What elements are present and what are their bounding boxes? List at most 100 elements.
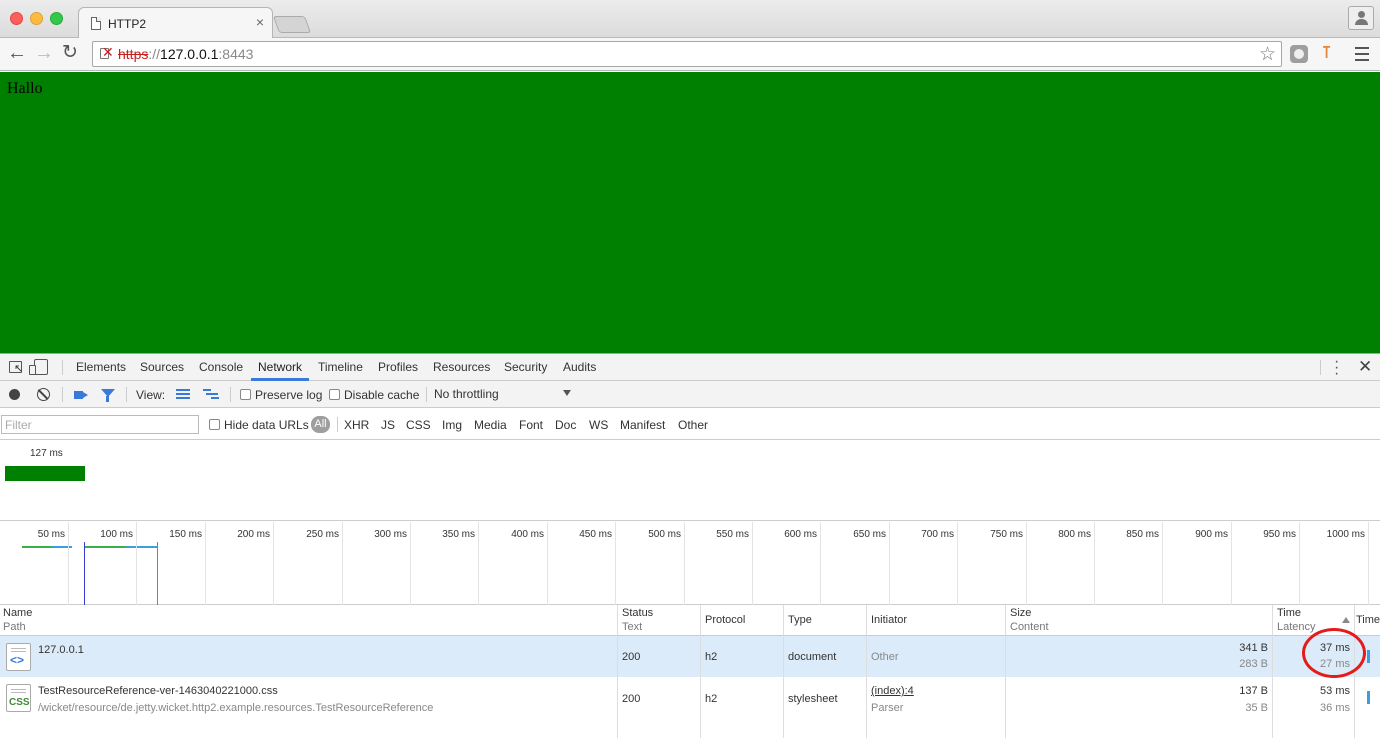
column-divider[interactable] — [1005, 605, 1006, 738]
type-filter-manifest[interactable]: Manifest — [620, 418, 665, 432]
minimize-window-button[interactable] — [30, 12, 43, 25]
back-arrow-icon[interactable]: ← — [7, 42, 27, 64]
type-filter-css[interactable]: CSS — [406, 418, 431, 432]
column-divider[interactable] — [783, 605, 784, 738]
throttling-select[interactable]: No throttling — [434, 387, 499, 401]
capture-screenshots-icon[interactable] — [74, 391, 88, 399]
tab-audits[interactable]: Audits — [563, 360, 596, 374]
tab-sources[interactable]: Sources — [140, 360, 184, 374]
tab-timeline[interactable]: Timeline — [318, 360, 363, 374]
url-text[interactable]: https://127.0.0.1:8443 — [118, 46, 253, 62]
extension-icon[interactable] — [1290, 45, 1308, 63]
type-filter-xhr[interactable]: XHR — [344, 418, 369, 432]
url-separator: :// — [148, 46, 161, 62]
table-row[interactable]: <> 127.0.0.1 200 h2 document Other 341 B… — [0, 636, 1380, 677]
chevron-down-icon[interactable] — [563, 390, 571, 396]
timeline-gridline — [342, 522, 343, 605]
timeline-tick-label: 1000 ms — [1326, 529, 1365, 540]
column-header-size[interactable]: Size — [1010, 607, 1031, 619]
tab-console[interactable]: Console — [199, 360, 243, 374]
type-filter-other[interactable]: Other — [678, 418, 708, 432]
network-overview-timeline[interactable]: 50 ms 100 ms 150 ms 200 ms 250 ms 300 ms 350 m… — [0, 522, 1380, 605]
column-subheader-text: Text — [622, 621, 643, 633]
timeline-tick-label: 750 ms — [990, 529, 1023, 540]
request-content-size: 35 B — [1245, 702, 1268, 714]
column-divider[interactable] — [617, 605, 618, 738]
clear-icon[interactable] — [37, 388, 50, 401]
column-header-type[interactable]: Type — [788, 614, 812, 626]
divider — [426, 387, 427, 402]
tab-title: HTTP2 — [108, 17, 147, 31]
type-filter-js[interactable]: JS — [381, 418, 395, 432]
column-subheader-content: Content — [1010, 621, 1049, 633]
column-header-name[interactable]: Name — [3, 607, 32, 619]
type-filter-img[interactable]: Img — [442, 418, 462, 432]
tab-close-icon[interactable]: × — [256, 14, 264, 30]
large-rows-icon[interactable] — [176, 389, 190, 399]
hide-data-urls-checkbox[interactable] — [209, 419, 220, 430]
forward-arrow-icon[interactable]: → — [34, 42, 54, 64]
disable-cache-checkbox[interactable] — [329, 389, 340, 400]
initiator-link[interactable]: (index):4 — [871, 685, 914, 697]
column-header-protocol[interactable]: Protocol — [705, 614, 745, 626]
reload-icon[interactable]: ↻ — [62, 42, 78, 64]
tab-security[interactable]: Security — [504, 360, 547, 374]
timeline-gridline — [820, 522, 821, 605]
tab-elements[interactable]: Elements — [76, 360, 126, 374]
new-tab-button[interactable] — [272, 16, 312, 33]
address-bar[interactable]: ✕ https://127.0.0.1:8443 ☆ — [92, 41, 1282, 67]
bookmark-star-icon[interactable]: ☆ — [1259, 43, 1276, 66]
requests-table: Name Path Status Text Protocol Type Init… — [0, 605, 1380, 738]
filter-icon[interactable] — [101, 389, 115, 402]
request-protocol: h2 — [705, 651, 718, 663]
type-filter-ws[interactable]: WS — [589, 418, 608, 432]
close-window-button[interactable] — [10, 12, 23, 25]
type-filter-font[interactable]: Font — [519, 418, 543, 432]
overview-icon[interactable] — [203, 389, 219, 399]
tab-profiles[interactable]: Profiles — [378, 360, 418, 374]
timeline-gridline — [1299, 522, 1300, 605]
browser-titlebar: HTTP2 × — [0, 0, 1380, 39]
extension-flag-icon[interactable]: ⊺ — [1322, 43, 1331, 63]
column-header-status[interactable]: Status — [622, 607, 653, 619]
devtools-tab-bar: Elements Sources Console Network Timelin… — [0, 354, 1380, 382]
device-mode-icon[interactable] — [29, 359, 48, 375]
sort-ascending-icon — [1342, 617, 1350, 623]
preserve-log-checkbox[interactable] — [240, 389, 251, 400]
annotation-circle — [1302, 628, 1366, 678]
browser-tab[interactable]: HTTP2 × — [78, 7, 273, 39]
column-divider[interactable] — [1272, 605, 1273, 738]
tab-resources[interactable]: Resources — [433, 360, 490, 374]
inspect-element-icon[interactable] — [9, 361, 23, 375]
column-header-timeline[interactable]: Timeline — [1356, 614, 1380, 626]
request-initiator: Other — [871, 651, 899, 663]
column-header-time[interactable]: Time — [1277, 607, 1301, 619]
column-divider[interactable] — [700, 605, 701, 738]
timeline-tick-label: 550 ms — [716, 529, 749, 540]
table-row[interactable]: CSS TestResourceReference-ver-1463040221… — [0, 677, 1380, 718]
type-filter-media[interactable]: Media — [474, 418, 507, 432]
timing-bar — [85, 546, 125, 548]
more-options-icon[interactable]: · · · — [1334, 354, 1340, 382]
browser-menu-icon[interactable] — [1355, 47, 1369, 65]
request-path: /wicket/resource/de.jetty.wicket.http2.e… — [38, 702, 434, 714]
timeline-tick-label: 450 ms — [579, 529, 612, 540]
zoom-window-button[interactable] — [50, 12, 63, 25]
tab-network[interactable]: Network — [258, 360, 302, 374]
timeline-gridline — [273, 522, 274, 605]
column-subheader-path: Path — [3, 621, 26, 633]
column-divider[interactable] — [866, 605, 867, 738]
timeline-tick-label: 50 ms — [37, 529, 65, 540]
type-filter-doc[interactable]: Doc — [555, 418, 576, 432]
timeline-tick-label: 950 ms — [1263, 529, 1296, 540]
screenshot-thumbnail[interactable] — [5, 466, 85, 481]
close-devtools-icon[interactable]: ✕ — [1358, 357, 1372, 377]
timeline-tick-label: 200 ms — [237, 529, 270, 540]
filter-input[interactable] — [1, 415, 199, 434]
profile-icon[interactable] — [1348, 6, 1374, 30]
timeline-tick-label: 900 ms — [1195, 529, 1228, 540]
record-icon[interactable] — [9, 389, 20, 400]
column-header-initiator[interactable]: Initiator — [871, 614, 907, 626]
type-filter-all[interactable]: All — [311, 416, 330, 433]
request-protocol: h2 — [705, 693, 718, 705]
